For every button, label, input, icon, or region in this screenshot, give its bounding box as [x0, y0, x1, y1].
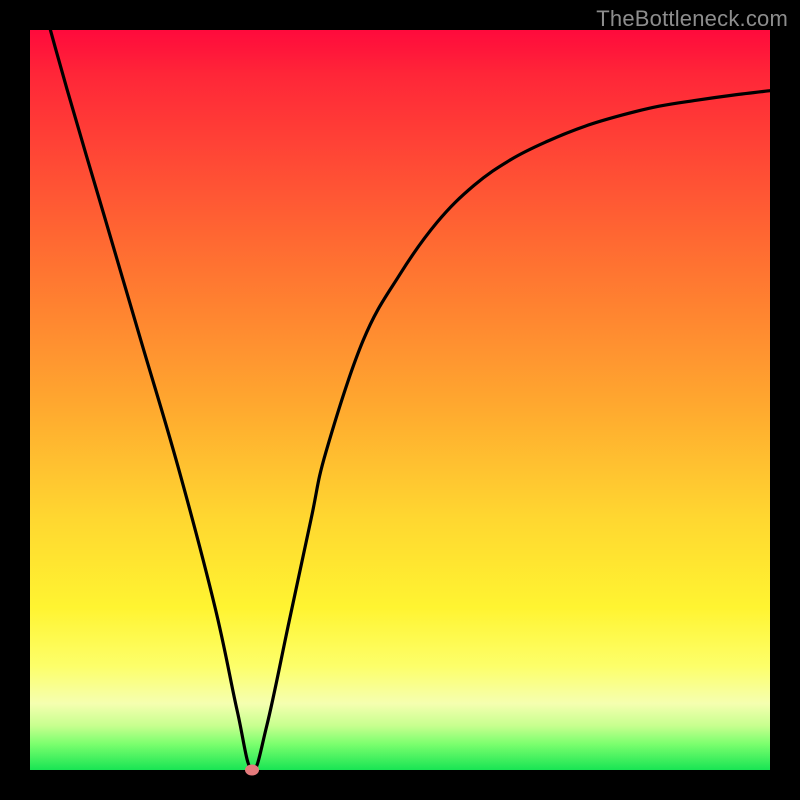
chart-frame: TheBottleneck.com — [0, 0, 800, 800]
bottleneck-curve — [30, 30, 770, 770]
watermark-text: TheBottleneck.com — [596, 6, 788, 32]
plot-area — [30, 30, 770, 770]
curve-min-marker — [245, 765, 259, 776]
